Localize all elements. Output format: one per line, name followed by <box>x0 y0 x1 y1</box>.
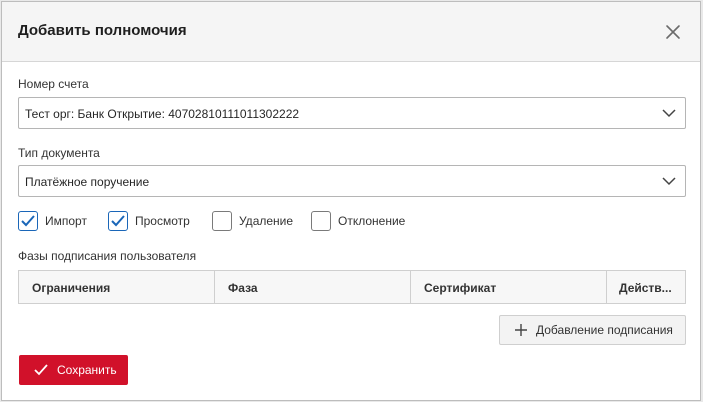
close-button[interactable] <box>662 21 684 43</box>
account-label: Номер счета <box>18 77 89 91</box>
checkmark-icon <box>21 215 35 227</box>
checkbox-box[interactable] <box>311 211 331 231</box>
save-button[interactable]: Сохранить <box>19 355 128 385</box>
checkbox-label: Удаление <box>239 214 294 228</box>
chevron-down-icon <box>662 177 676 186</box>
dialog-header: Добавить полномочия <box>2 2 700 62</box>
column-header-actions[interactable]: Действ... <box>607 271 685 303</box>
plus-icon <box>515 324 527 336</box>
checkbox-view[interactable]: Просмотр <box>108 210 190 232</box>
check-icon <box>34 364 48 376</box>
signing-phases-table: Ограничения Фаза Сертификат Действ... <box>18 270 686 304</box>
add-permissions-dialog: Добавить полномочия Номер счета Тест орг… <box>1 1 701 401</box>
account-select[interactable]: Тест орг: Банк Открытие: 407028101110113… <box>18 97 686 129</box>
dialog-title: Добавить полномочия <box>18 22 187 39</box>
checkbox-box[interactable] <box>108 211 128 231</box>
doc-type-select[interactable]: Платёжное поручение <box>18 165 686 197</box>
checkbox-box[interactable] <box>212 211 232 231</box>
column-header-certificate[interactable]: Сертификат <box>411 271 607 303</box>
checkbox-label: Просмотр <box>135 214 190 228</box>
checkbox-box[interactable] <box>18 211 38 231</box>
chevron-down-icon <box>662 109 676 118</box>
account-select-value: Тест орг: Банк Открытие: 407028101110113… <box>25 107 300 121</box>
save-label: Сохранить <box>57 363 117 377</box>
checkmark-icon <box>111 215 125 227</box>
checkbox-label: Отклонение <box>338 214 406 228</box>
add-signing-button[interactable]: Добавление подписания <box>499 315 686 345</box>
add-signing-label: Добавление подписания <box>536 323 673 337</box>
column-header-phase[interactable]: Фаза <box>215 271 411 303</box>
column-header-restrictions[interactable]: Ограничения <box>19 271 215 303</box>
checkbox-reject[interactable]: Отклонение <box>311 210 405 232</box>
checkbox-label: Импорт <box>45 214 87 228</box>
doc-type-label: Тип документа <box>18 146 100 160</box>
doc-type-select-value: Платёжное поручение <box>25 175 150 189</box>
checkbox-import[interactable]: Импорт <box>18 210 87 232</box>
checkbox-delete[interactable]: Удаление <box>212 210 293 232</box>
close-icon <box>666 25 680 39</box>
signing-phases-label: Фазы подписания пользователя <box>18 249 197 263</box>
